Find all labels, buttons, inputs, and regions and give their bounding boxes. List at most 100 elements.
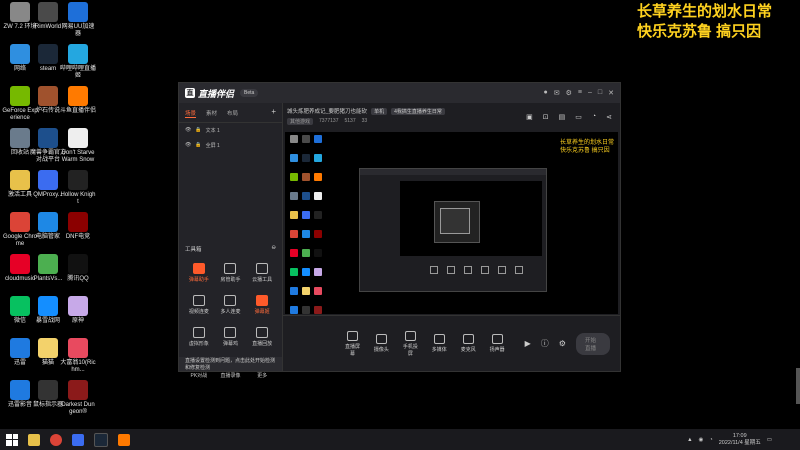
desktop-icon[interactable]: 腾讯QQ	[60, 254, 96, 283]
eye-icon[interactable]: 👁	[185, 127, 191, 134]
toolbox-more-icon[interactable]: ⊖	[271, 245, 276, 253]
qmproxy-icon	[38, 170, 58, 190]
settings-icon[interactable]: ⚙	[566, 89, 572, 97]
desktop-icon[interactable]: DNF电竞	[60, 212, 96, 241]
tool-button[interactable]: 云播工具	[246, 263, 278, 283]
desktop-icon[interactable]: 哔哩哔哩直播姬	[60, 44, 96, 80]
shop-icon[interactable]: ▣	[526, 113, 533, 121]
geforce-icon	[10, 86, 30, 106]
desktop-icon[interactable]: 大富翁10(Richm...	[60, 338, 96, 374]
tool-label: 弹幕鸡	[222, 341, 238, 347]
info-icon[interactable]: ⓘ	[541, 338, 549, 349]
desktop-icon[interactable]: Don't Starve Warm Snow	[60, 128, 96, 164]
clock-time: 17:09	[732, 432, 747, 439]
start-live-button[interactable]: 开始直播	[575, 332, 610, 355]
desktop-icon[interactable]: 网易UU加速器	[60, 2, 96, 38]
stat-value: 33	[361, 118, 368, 124]
notice-bar[interactable]: 直播设置检测到问题，点击此处开始检测和修复检测	[179, 357, 282, 371]
settings-icon[interactable]: ⚙	[559, 339, 566, 348]
tool-button[interactable]: 视频连麦	[183, 295, 215, 315]
screen-capture-button[interactable]: 直播屏幕	[343, 330, 362, 357]
minimize-icon[interactable]: –	[588, 89, 592, 97]
desktop-icon[interactable]: 斗鱼直播伴侣	[60, 86, 96, 115]
preview-mini-icon	[302, 306, 310, 314]
record-icon[interactable]: ▶	[525, 339, 531, 348]
nested-toolbar	[400, 263, 542, 277]
steam-icon[interactable]	[94, 432, 108, 447]
douyu-icon[interactable]	[118, 433, 130, 446]
nested-preview	[400, 181, 542, 256]
camera-button[interactable]: 摄像头	[372, 334, 391, 353]
close-icon[interactable]: ✕	[608, 89, 614, 97]
message-icon[interactable]: ✉	[554, 89, 560, 97]
share-icon[interactable]: ⋖	[606, 113, 612, 121]
network-icon[interactable]: ◉	[699, 437, 704, 443]
tool-icon	[192, 327, 205, 338]
tool-label: 弹幕助手	[188, 277, 209, 283]
desktop-icon[interactable]: 原神	[60, 296, 96, 325]
tray-icon[interactable]: ▲	[687, 437, 692, 443]
notification-icon[interactable]: ▭	[767, 437, 772, 443]
battlenet-icon	[38, 296, 58, 316]
folder-icon	[10, 170, 30, 190]
preview-mini-icon	[290, 192, 298, 200]
lock-icon[interactable]: 🔒	[195, 142, 201, 149]
tool-button[interactable]: 直播回放	[246, 327, 278, 347]
tool-button[interactable]: 多人连麦	[215, 295, 247, 315]
desktop-icon[interactable]: Hollow Knight	[60, 170, 96, 206]
clock[interactable]: 17:09 2022/11/4 星期五	[719, 433, 761, 447]
douyu-icon	[68, 86, 88, 106]
phone-cast-button[interactable]: 手机投屏	[401, 330, 420, 357]
room-tag-2[interactable]: 4我搞生直播养生日常	[391, 107, 445, 115]
desktop-icon[interactable]: Darkest Dungeon®	[60, 380, 96, 416]
add-scene-icon[interactable]: +	[271, 108, 276, 118]
tab-layout[interactable]: 布局	[227, 109, 238, 118]
pc-manager-icon	[38, 212, 58, 232]
preview-mini-icon	[314, 154, 322, 162]
preview-mini-icon	[314, 287, 322, 295]
menu-icon[interactable]: ≡	[578, 89, 582, 97]
bottom-tool-label: 手机投屏	[402, 343, 418, 357]
tab-scenes[interactable]: 场景	[185, 109, 197, 118]
media-button[interactable]: 多媒体	[430, 334, 449, 353]
bottom-tool-label: 直播屏幕	[344, 343, 360, 357]
screen-icon[interactable]: ▭	[575, 113, 582, 121]
category-badge[interactable]: 其他游戏	[287, 118, 314, 125]
chrome-icon[interactable]	[50, 433, 62, 446]
app-title: 直播伴侣	[198, 88, 235, 99]
file-explorer-icon[interactable]	[28, 433, 40, 446]
qq-icon	[68, 254, 88, 274]
scrollbar[interactable]	[796, 368, 800, 404]
maximize-icon[interactable]: □	[598, 89, 602, 97]
tool-button[interactable]: 弹幕鸡	[215, 327, 247, 347]
speaker-button[interactable]: 扬声器	[488, 334, 507, 353]
bell-icon[interactable]: ◔	[592, 113, 596, 121]
stream-preview[interactable]: 长草养生的划水日常 快乐克苏鲁 搞只因	[285, 132, 618, 314]
taskbar-app-icon[interactable]	[72, 433, 84, 446]
tool-button[interactable]: 弹幕助手	[183, 263, 215, 283]
preview-mini-icon	[314, 268, 322, 276]
volume-icon[interactable]: ◔	[709, 437, 712, 443]
gift-icon[interactable]: ▤	[559, 113, 566, 121]
tab-materials[interactable]: 素材	[206, 109, 217, 118]
tool-button[interactable]: 房管助手	[215, 263, 247, 283]
lock-icon[interactable]: 🔒	[195, 127, 201, 134]
eye-icon[interactable]: 👁	[185, 142, 191, 149]
overlay-line-2: 快乐克苏鲁 搞只因	[636, 23, 762, 40]
avatar[interactable]: ●	[544, 89, 548, 97]
richman-icon	[68, 338, 88, 358]
tool-button[interactable]: 虚拟形象	[183, 327, 215, 347]
room-title[interactable]: 城头炼肥养成记_要肥猪刀也能砍	[287, 107, 367, 115]
preview-mini-icon	[290, 249, 298, 257]
uu-icon	[68, 2, 88, 22]
microphone-button[interactable]: 麦克风	[459, 334, 478, 353]
tool-label: 更多	[257, 373, 268, 379]
scene-item[interactable]: 👁 🔒 文本 1	[179, 123, 282, 138]
tool-button[interactable]: 弹幕姬	[246, 295, 278, 315]
nested-preview-window	[359, 168, 547, 292]
preview-mini-icon	[290, 135, 298, 143]
lock-icon[interactable]: ⊡	[543, 113, 549, 121]
preview-mini-icon	[314, 306, 322, 314]
scene-item[interactable]: 👁 🔒 全屏 1	[179, 138, 282, 153]
windows-start-icon[interactable]	[6, 433, 18, 446]
